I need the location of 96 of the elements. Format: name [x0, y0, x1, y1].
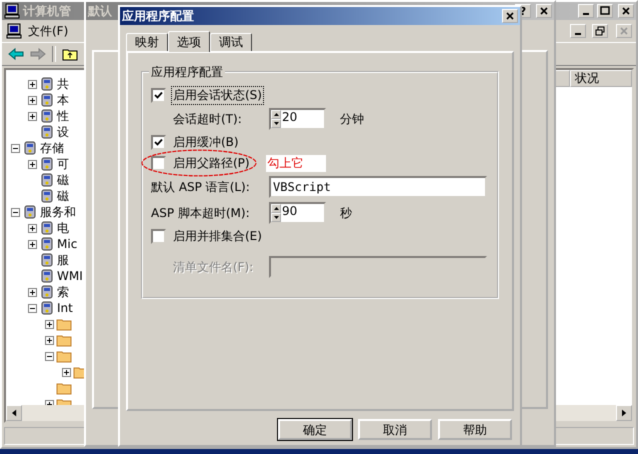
input-field[interactable]: VBScript	[269, 176, 487, 198]
spinner-field[interactable]: 90	[269, 202, 326, 224]
group-title: 应用程序配置	[149, 64, 225, 81]
checkbox-label[interactable]: 启用缓冲(B)	[171, 133, 241, 152]
node-icon	[39, 268, 55, 284]
window-title: 计算机管	[23, 2, 71, 20]
window-title: 应用程序配置	[122, 8, 194, 24]
tree-item-label[interactable]: Mic	[57, 237, 80, 251]
spinner-field[interactable]: 20	[269, 108, 326, 130]
computer-icon	[4, 3, 20, 19]
collapse-icon[interactable]	[11, 208, 20, 216]
checkbox[interactable]	[151, 88, 166, 103]
annotation-note: 勾上它	[266, 155, 326, 172]
expand-icon[interactable]	[28, 240, 37, 248]
node-icon	[39, 172, 55, 188]
unit-label: 秒	[340, 204, 352, 222]
minimize-button[interactable]	[570, 24, 586, 38]
checkbox[interactable]	[151, 229, 166, 244]
expand-icon[interactable]	[28, 224, 37, 232]
column-header[interactable]: 状况	[570, 70, 632, 87]
node-icon	[39, 188, 55, 204]
tree-item-label[interactable]: 服务和	[40, 204, 78, 220]
node-icon	[22, 140, 38, 156]
field-label: 默认 ASP 语言(L):	[151, 178, 251, 196]
restore-button[interactable]	[592, 24, 608, 38]
node-icon	[39, 284, 55, 300]
tree-item-label[interactable]: 性	[57, 108, 71, 124]
check-icon	[154, 138, 163, 147]
expand-icon[interactable]	[28, 288, 37, 296]
close-icon	[619, 26, 629, 36]
window-title: 默认	[88, 2, 112, 20]
tree-item-label[interactable]: WMI	[57, 269, 85, 283]
node-icon	[39, 124, 55, 140]
tab[interactable]: 调试	[210, 33, 252, 51]
checkbox-label[interactable]: 启用并排集合(E)	[171, 227, 264, 246]
tree-item-label[interactable]: 本	[57, 92, 71, 108]
dialog-button[interactable]: 帮助	[438, 419, 512, 440]
node-icon	[39, 252, 55, 268]
node-icon	[22, 204, 38, 220]
tree-item-label[interactable]: 存储	[40, 140, 66, 156]
back-arrow-icon[interactable]	[8, 46, 24, 62]
field-label: 清单文件名(F):	[173, 258, 254, 276]
check-icon	[154, 91, 163, 100]
tree-item-label[interactable]: 磁	[57, 188, 71, 204]
tree-item-label[interactable]: 设	[57, 124, 71, 140]
tab[interactable]: 选项	[168, 31, 210, 52]
close-icon	[621, 6, 631, 16]
collapse-icon[interactable]	[11, 144, 20, 152]
forward-arrow-icon[interactable]	[30, 46, 46, 62]
left-arrow-icon	[12, 409, 16, 417]
scroll-left-button[interactable]	[6, 405, 22, 421]
field-label: 会话超时(T):	[173, 110, 243, 128]
checkbox[interactable]	[151, 135, 166, 150]
collapse-icon[interactable]	[28, 304, 37, 312]
spin-arrows-icon[interactable]	[271, 110, 281, 128]
node-icon	[39, 108, 55, 124]
spin-arrows-icon[interactable]	[271, 204, 281, 222]
minimize-icon	[575, 33, 581, 35]
node-icon	[39, 220, 55, 236]
node-icon	[39, 300, 55, 316]
expand-icon[interactable]	[28, 112, 37, 120]
tree-item-label[interactable]: 电	[57, 220, 71, 236]
scroll-right-button[interactable]	[616, 405, 632, 421]
checkbox-label[interactable]: 启用会话状态(S)	[171, 86, 264, 105]
tab[interactable]: 映射	[126, 33, 168, 51]
tree-item-label[interactable]: 可	[57, 156, 71, 172]
expand-icon[interactable]	[28, 96, 37, 104]
expand-icon[interactable]	[28, 80, 37, 88]
right-arrow-icon	[622, 409, 626, 417]
tree-item-label[interactable]: 索	[57, 284, 71, 300]
node-icon	[39, 92, 55, 108]
node-icon	[39, 236, 55, 252]
tree-item-label[interactable]: 共	[57, 76, 71, 92]
expand-icon[interactable]	[45, 320, 54, 328]
menu-item[interactable]: 文件(F)	[28, 22, 68, 40]
expand-icon[interactable]	[45, 336, 54, 344]
checkbox[interactable]	[151, 156, 166, 171]
computer-icon	[6, 23, 22, 39]
dialog-button[interactable]: 确定	[278, 419, 352, 440]
close-icon	[505, 11, 515, 21]
close-button[interactable]	[502, 9, 518, 23]
minimize-icon	[583, 13, 589, 15]
expand-icon[interactable]	[62, 368, 71, 376]
tree-item-label[interactable]: Int	[57, 301, 75, 315]
close-icon	[539, 6, 549, 16]
tree-item-label[interactable]: 磁	[57, 172, 71, 188]
node-icon	[39, 156, 55, 172]
collapse-icon[interactable]	[45, 352, 54, 360]
tree-item-label[interactable]: 服	[57, 252, 71, 268]
maximize-icon	[600, 6, 610, 16]
field-label: ASP 脚本超时(M):	[151, 204, 251, 222]
dialog-button[interactable]: 取消	[358, 419, 432, 440]
expand-icon[interactable]	[28, 160, 37, 168]
unit-label: 分钟	[340, 110, 364, 128]
restore-icon	[595, 26, 605, 36]
node-icon	[39, 76, 55, 92]
